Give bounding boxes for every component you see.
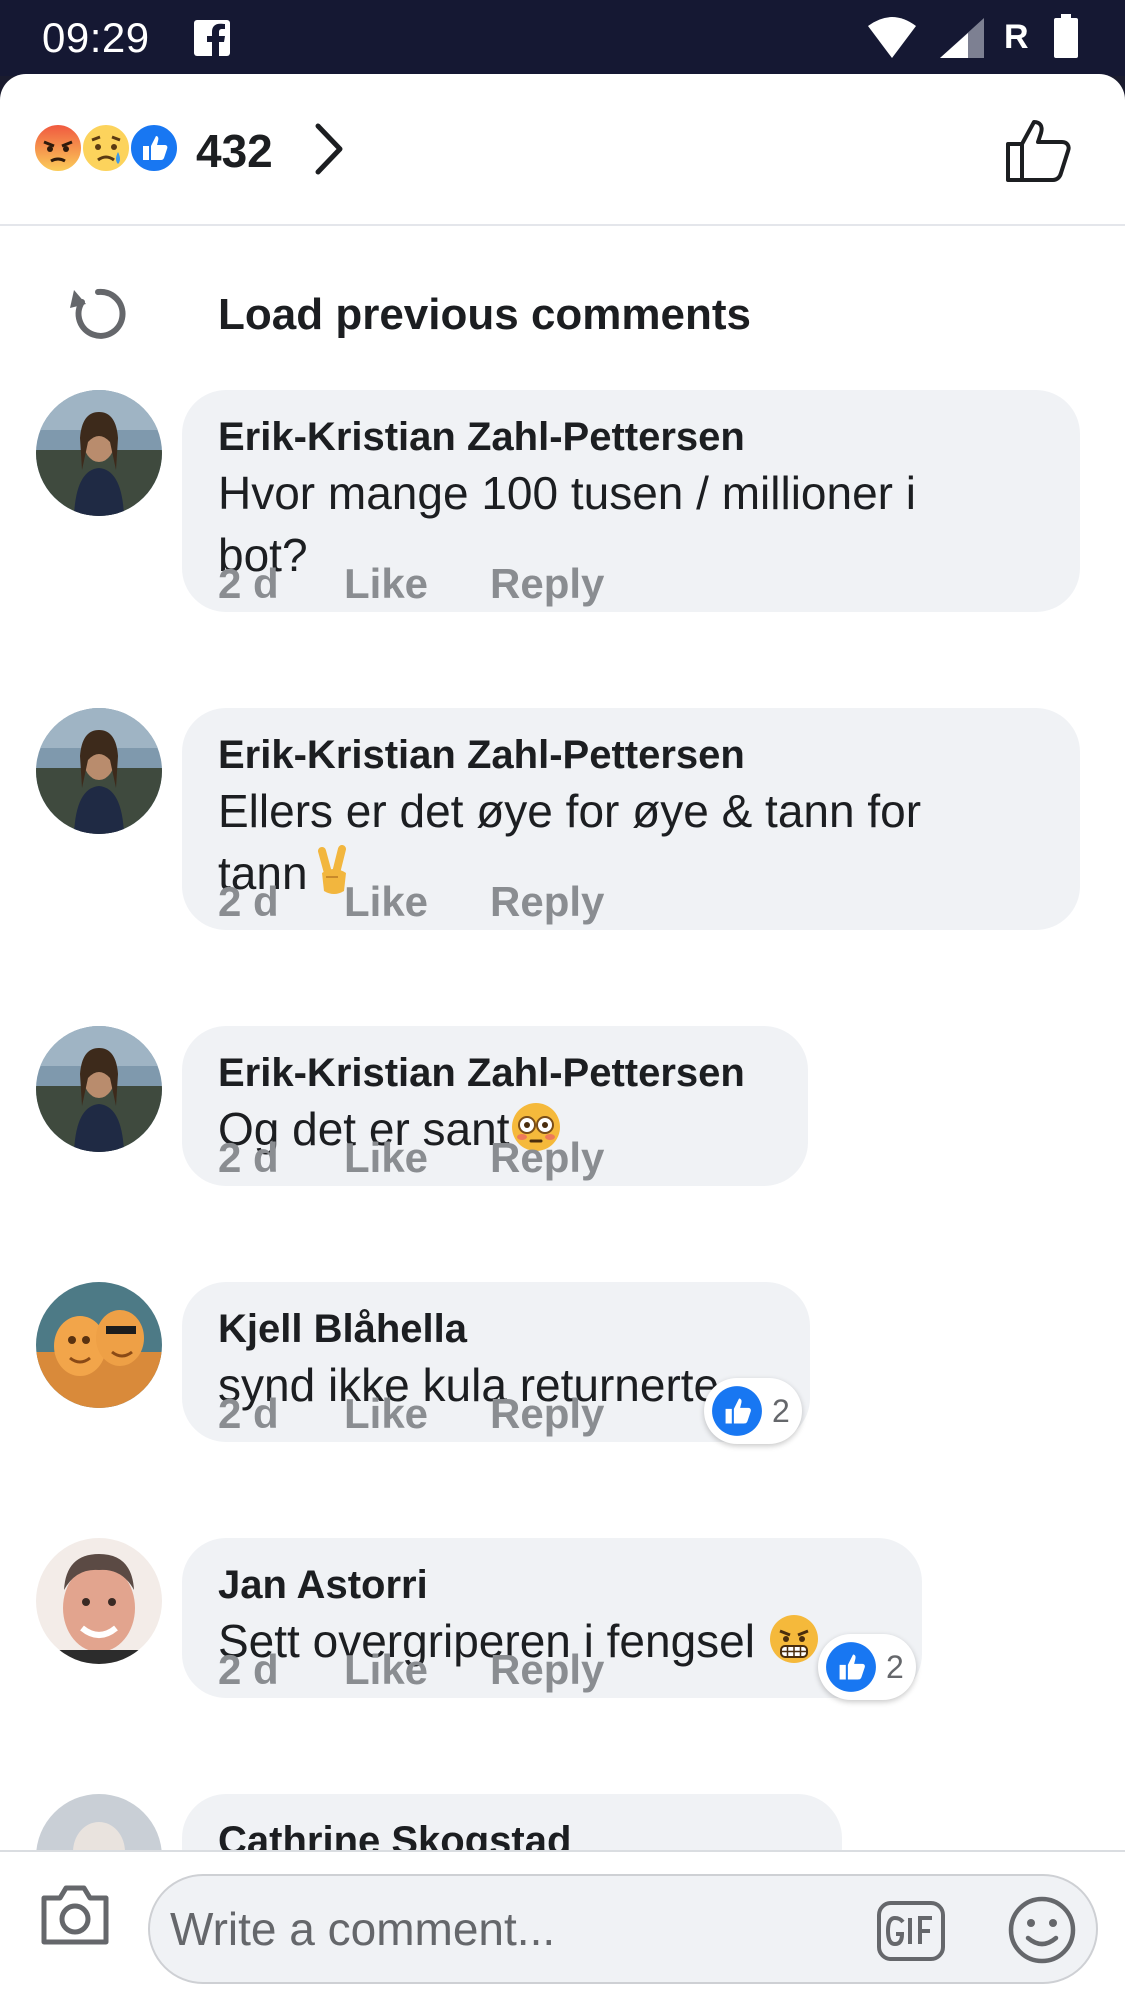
reply-link[interactable]: Reply (490, 1390, 604, 1438)
like-link[interactable]: Like (344, 1646, 428, 1694)
comment-text-line: tann (218, 842, 1042, 904)
like-link[interactable]: Like (344, 560, 428, 608)
like-emoji (712, 1386, 762, 1436)
comment-time: 2 d (218, 1646, 279, 1693)
reply-link[interactable]: Reply (490, 1646, 604, 1694)
comment-author[interactable]: Jan Astorri (218, 1560, 884, 1610)
comment-input-box[interactable] (148, 1874, 1098, 1984)
grimacing-face-emoji (769, 1615, 818, 1663)
comment-author[interactable]: Kjell Blåhella (218, 1304, 772, 1354)
camera-icon[interactable] (38, 1882, 112, 1948)
reply-link[interactable]: Reply (490, 560, 604, 608)
comment-composer (0, 1850, 1125, 2000)
facebook-icon (194, 20, 230, 56)
battery-icon (1054, 14, 1078, 58)
avatar[interactable] (36, 390, 162, 516)
comment-reaction-badge[interactable]: 2 (818, 1634, 916, 1700)
reactions-bar[interactable]: 432 (0, 74, 1125, 226)
comment-time: 2 d (218, 1134, 279, 1181)
chevron-right-icon[interactable] (312, 122, 346, 176)
comment-text-line: Ellers er det øye for øye & tann for (218, 785, 922, 837)
reaction-count[interactable]: 432 (196, 124, 273, 178)
comment-text-line: Hvor mange 100 tusen / millioner i (218, 467, 916, 519)
comment-bubble[interactable]: Erik-Kristian Zahl-Pettersen Ellers er d… (182, 708, 1080, 930)
sad-emoji (81, 123, 131, 173)
comment-author[interactable]: Erik-Kristian Zahl-Pettersen (218, 1048, 770, 1098)
reaction-count: 2 (886, 1648, 904, 1685)
comment-bubble[interactable]: Erik-Kristian Zahl-Pettersen Hvor mange … (182, 390, 1080, 612)
network-label: R (1004, 18, 1029, 56)
comment-reaction-badge[interactable]: 2 (704, 1378, 802, 1444)
refresh-icon (70, 288, 126, 339)
comment-text-line: bot? (218, 529, 308, 581)
like-link[interactable]: Like (344, 878, 428, 926)
comment-author[interactable]: Erik-Kristian Zahl-Pettersen (218, 412, 1042, 462)
wifi-icon (868, 17, 916, 58)
comment-time: 2 d (218, 560, 279, 607)
avatar[interactable] (36, 708, 162, 834)
comment-time: 2 d (218, 1390, 279, 1437)
avatar[interactable] (36, 1538, 162, 1664)
like-link[interactable]: Like (344, 1390, 428, 1438)
reply-link[interactable]: Reply (490, 1134, 604, 1182)
thumbs-up-icon[interactable] (1004, 116, 1076, 184)
load-previous-label: Load previous comments (218, 290, 752, 339)
like-link[interactable]: Like (344, 1134, 428, 1182)
signal-icon (940, 18, 984, 58)
like-emoji (826, 1642, 876, 1692)
reaction-count: 2 (772, 1392, 790, 1429)
smiley-icon[interactable] (1006, 1894, 1078, 1966)
avatar[interactable] (36, 1026, 162, 1152)
status-bar: 09:29 R (0, 0, 1125, 76)
comment-time: 2 d (218, 878, 279, 925)
like-emoji (129, 123, 179, 173)
comment-author[interactable]: Erik-Kristian Zahl-Pettersen (218, 730, 1042, 780)
reply-link[interactable]: Reply (490, 878, 604, 926)
status-time: 09:29 (42, 14, 150, 61)
avatar[interactable] (36, 1282, 162, 1408)
comment-input[interactable] (170, 1876, 870, 1982)
gif-icon[interactable] (876, 1900, 946, 1962)
load-previous-comments[interactable]: Load previous comments (0, 254, 1125, 374)
comments-sheet: 432 Load previous comments Erik-Kristian… (0, 74, 1125, 2000)
angry-emoji (33, 123, 83, 173)
